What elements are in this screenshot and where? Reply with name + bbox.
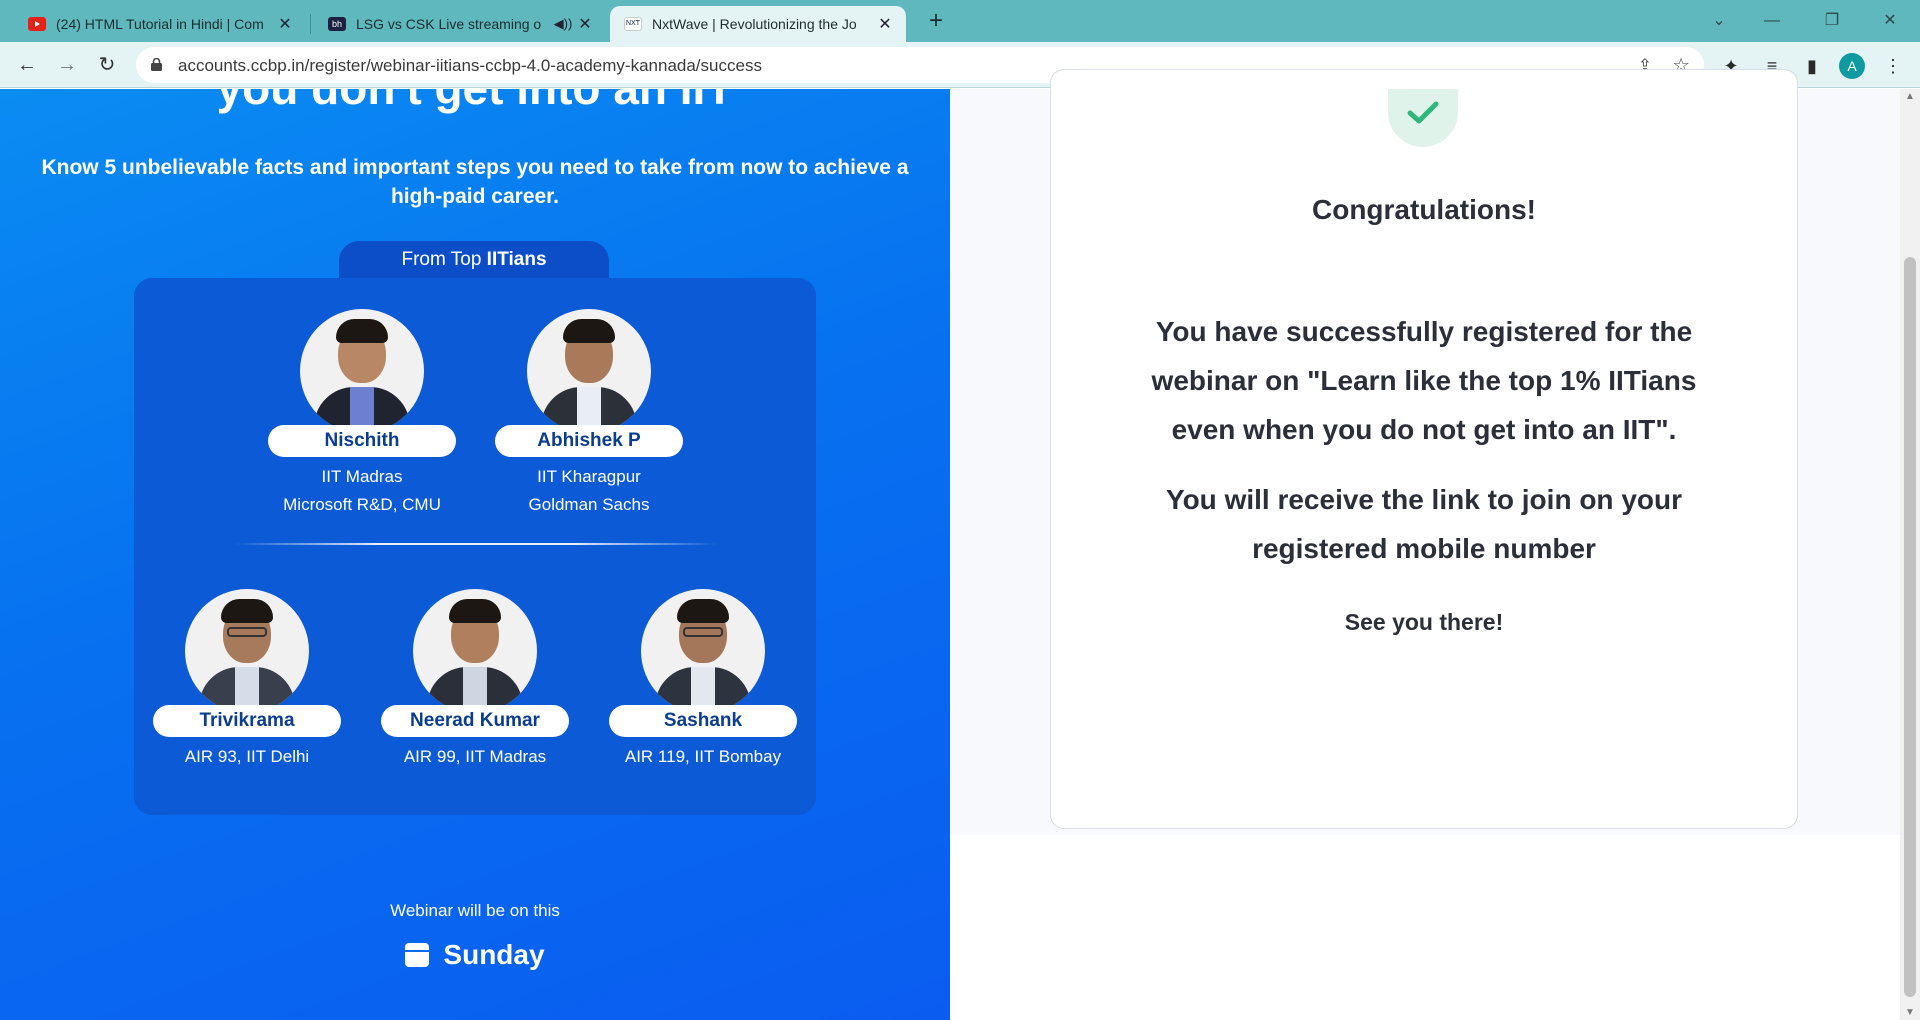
mentor-name: Neerad Kumar [381,705,569,737]
mentor-name: Nischith [268,425,456,457]
forward-arrow-icon[interactable]: → [52,50,82,80]
tab-youtube[interactable]: (24) HTML Tutorial in Hindi | Com ✕ [14,6,306,42]
calendar-icon [405,943,430,967]
mentor-name: Sashank [609,705,797,737]
link-info-message: You will receive the link to join on you… [1165,484,1682,564]
scroll-up-icon[interactable]: ▲ [1905,91,1915,102]
tab-divider [310,14,311,34]
mentor-photo [413,589,537,713]
hero-title: you don't get into an IIT [0,89,950,115]
tab-search-chevron-icon[interactable]: ⌄ [1696,6,1742,36]
closing-message: See you there! [1344,609,1504,635]
mentor-name: Trivikrama [153,705,341,737]
mentor-card: Trivikrama AIR 93, IIT Delhi [152,589,342,771]
webinar-day-label: Webinar will be on this [390,901,560,920]
mentor-rank: AIR 93, IIT Delhi [184,747,310,766]
mentor-company: Goldman Sachs [528,495,650,514]
mentor-card: Nischith IIT Madras Microsoft R&D, CMU [267,309,457,519]
mentors-divider [234,543,718,545]
mentor-photo [185,589,309,713]
scrollbar-thumb[interactable] [1904,257,1916,997]
registration-message: You have successfully registered for the… [1151,316,1697,445]
mentor-photo [527,309,651,433]
mentor-name: Abhishek P [495,425,683,457]
url-text: accounts.ccbp.in/register/webinar-iitian… [178,56,762,75]
mentor-company: Microsoft R&D, CMU [283,495,441,514]
reload-icon[interactable]: ↻ [92,50,122,80]
mute-audio-icon[interactable]: ◀)) [552,16,574,32]
nxtwave-icon: NXT [624,17,642,31]
tab-nxtwave[interactable]: NXT NxtWave | Revolutionizing the Jo ✕ [610,6,906,42]
tab-strip: (24) HTML Tutorial in Hindi | Com ✕ bh L… [0,0,1920,42]
hero-subtitle: Know 5 unbelievable facts and important … [41,156,909,208]
mentor-card: Neerad Kumar AIR 99, IIT Madras [380,589,570,771]
webinar-day-text: Sunday [443,939,545,970]
side-panel-icon[interactable]: ▮ [1799,53,1825,79]
back-arrow-icon[interactable]: ← [12,50,42,80]
congratulations-heading: Congratulations! [1312,194,1536,225]
mentor-rank: AIR 99, IIT Madras [403,747,547,766]
minimize-icon[interactable]: — [1749,6,1795,36]
youtube-icon [28,17,46,31]
new-tab-button[interactable]: + [922,8,950,36]
lock-icon [151,58,162,71]
profile-avatar[interactable]: A [1839,53,1865,79]
close-icon[interactable]: ✕ [274,14,296,34]
mentors-label-bold: IITians [486,249,547,270]
close-window-icon[interactable]: ✕ [1867,6,1913,36]
mentor-college: IIT Kharagpur [537,467,641,486]
tab-title: NxtWave | Revolutionizing the Jo [652,16,857,32]
tab-title: LSG vs CSK Live streaming o [356,16,542,32]
mentor-card: Abhishek P IIT Kharagpur Goldman Sachs [494,309,684,519]
close-icon[interactable]: ✕ [874,14,896,34]
restore-icon[interactable]: ❐ [1809,6,1855,36]
blank-area [950,835,1900,1020]
webinar-day: Sunday [0,939,950,971]
sports-site-icon: bh [328,17,346,31]
mentors-label: From Top IITians [339,241,609,281]
mentor-card: Sashank AIR 119, IIT Bombay [608,589,798,771]
mentor-photo [641,589,765,713]
tab-live-streaming[interactable]: bh LSG vs CSK Live streaming o ◀)) ✕ [314,6,606,42]
tab-title: (24) HTML Tutorial in Hindi | Com [56,16,264,32]
webpage: you don't get into an IIT Know 5 unbelie… [0,69,1920,1020]
more-menu-icon[interactable]: ⋮ [1880,53,1906,79]
mentor-rank: AIR 119, IIT Bombay [624,747,782,766]
scroll-down-icon[interactable]: ▼ [1905,1007,1915,1018]
webinar-info-panel: you don't get into an IIT Know 5 unbelie… [0,89,950,1020]
mentor-college: IIT Madras [321,467,403,486]
close-icon[interactable]: ✕ [574,14,596,34]
page-scrollbar[interactable]: ▲ ▼ [1900,89,1920,1020]
mentor-photo [300,309,424,433]
mentors-label-prefix: From Top [401,249,487,270]
